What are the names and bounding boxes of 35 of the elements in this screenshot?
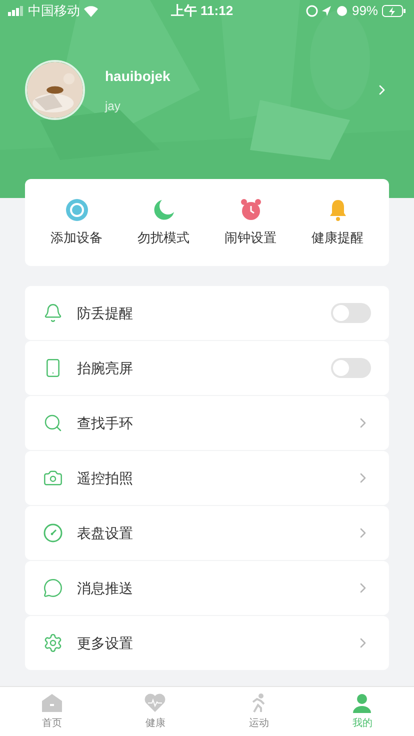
quick-action[interactable]: 闹钟设置 [210, 198, 290, 248]
home-icon [40, 692, 63, 712]
row-label: 遥控拍照 [77, 468, 134, 488]
alarm-clock-icon [238, 198, 262, 222]
row-label: 抬腕亮屏 [77, 358, 134, 378]
person-icon [351, 692, 374, 712]
settings-row[interactable]: 遥控拍照 [25, 451, 389, 505]
camera-icon [43, 468, 63, 488]
settings-icon [43, 633, 63, 653]
settings-row[interactable]: 更多设置 [25, 616, 389, 670]
tab[interactable]: 首页 [0, 687, 104, 736]
settings-row[interactable]: 表盘设置 [25, 506, 389, 560]
tab[interactable]: 运动 [207, 687, 310, 736]
search-icon [43, 413, 63, 433]
quick-action[interactable]: 勿扰模式 [124, 198, 204, 248]
toggle-switch[interactable] [331, 303, 371, 323]
quick-action[interactable]: 健康提醒 [298, 198, 378, 248]
row-label: 查找手环 [77, 414, 134, 432]
settings-row[interactable]: 抬腕亮屏 [25, 341, 389, 395]
row-label: 表盘设置 [77, 524, 134, 542]
settings-row[interactable]: 防丢提醒 [25, 286, 389, 340]
row-label: 更多设置 [77, 634, 134, 652]
device-icon [64, 198, 88, 222]
quick-action[interactable]: 添加设备 [36, 198, 116, 248]
heart-icon [144, 692, 166, 712]
toggle-switch[interactable] [331, 358, 371, 378]
dial-icon [43, 523, 63, 543]
tab[interactable]: 健康 [104, 687, 207, 736]
chat-icon [43, 578, 63, 598]
bell-icon [43, 303, 63, 323]
settings-row[interactable]: 消息推送 [25, 561, 389, 615]
row-label: 防丢提醒 [77, 304, 134, 322]
settings-row[interactable]: 查找手环 [25, 396, 389, 450]
row-label: 消息推送 [77, 578, 134, 598]
moon-icon [152, 198, 176, 222]
